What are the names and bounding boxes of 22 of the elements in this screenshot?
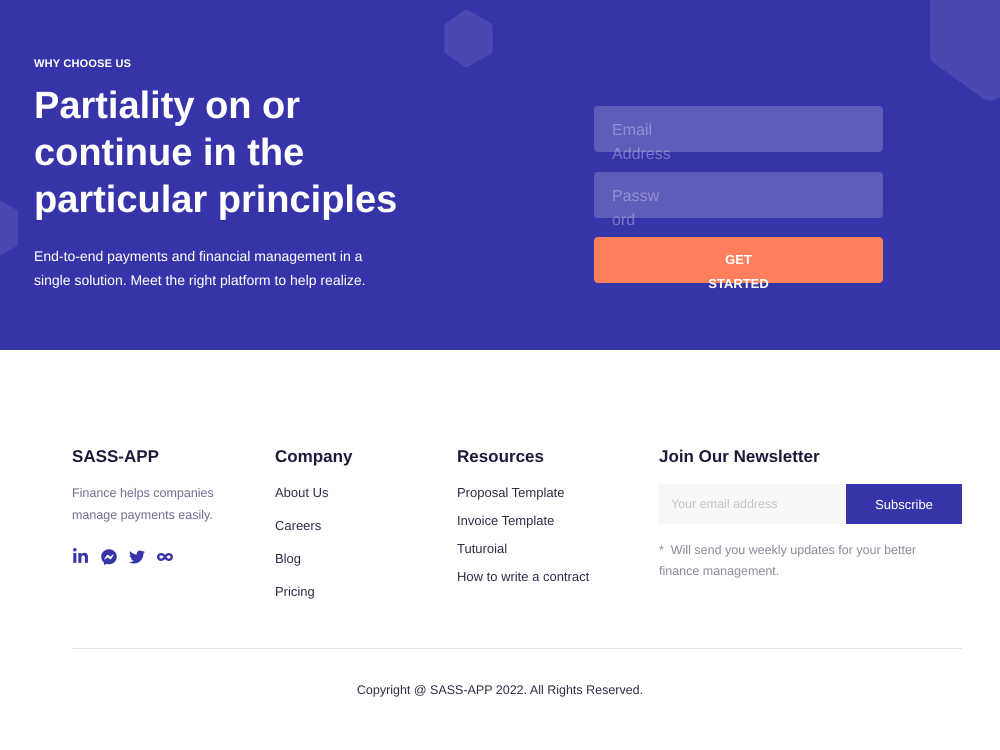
linkedin-icon[interactable] [72, 548, 89, 565]
footer-link[interactable]: Pricing [275, 582, 315, 602]
footer-link[interactable]: Blog [275, 549, 302, 569]
twitter-bird-icon[interactable] [129, 548, 145, 564]
column-heading: Company [275, 446, 352, 468]
footer-link[interactable]: Careers [275, 516, 322, 536]
copyright-text: Copyright @ SASS-APP 2022. All Rights Reserved. [356, 682, 644, 699]
messenger-icon[interactable] [101, 548, 117, 564]
hero-description: End-to-end payments and financial management in a single solution. Meet the right platform to help realize. [34, 247, 367, 290]
subscribe-button[interactable]: Subscribe [846, 484, 962, 524]
footer-link[interactable]: Invoice Template [457, 511, 554, 531]
section-eyebrow: WHY CHOOSE US [34, 58, 132, 71]
footer-link[interactable]: Proposal Template [457, 483, 564, 503]
hero-heading: Partiality on or continue in the particular principles [34, 84, 398, 223]
footer-link[interactable]: Tuturoial [457, 539, 508, 559]
brand-description: Finance helps companies manage payments easily. [72, 485, 215, 524]
brand-name: SASS-APP [72, 446, 159, 468]
footer-link[interactable]: About Us [275, 483, 328, 503]
newsletter-heading: Join Our Newsletter [659, 446, 820, 468]
column-heading: Resources [457, 446, 544, 468]
footer-link[interactable]: How to write a contract [457, 567, 590, 587]
newsletter-note: * Will send you weekly updates for your better finance management. [659, 542, 918, 580]
